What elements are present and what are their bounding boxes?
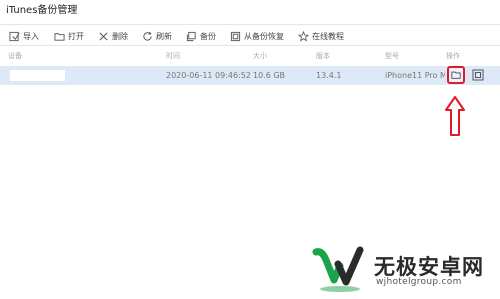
restore-from-backup-button[interactable]: 从备份恢复 — [230, 28, 284, 44]
version-cell: 13.4.1 — [316, 71, 342, 80]
column-device[interactable]: 设备 — [8, 49, 22, 64]
column-actions: 操作 — [446, 52, 460, 60]
refresh-label: 刷新 — [156, 31, 172, 41]
column-model[interactable]: 型号 — [385, 49, 399, 64]
up-arrow-annotation-icon — [445, 96, 465, 136]
time-cell: 2020-06-11 09:46:52 — [166, 71, 251, 80]
watermark-url: wjhotelgroup.com — [376, 277, 462, 287]
column-version[interactable]: 版本 — [316, 49, 330, 64]
window-title: iTunes备份管理 — [6, 5, 78, 16]
model-cell: iPhone11 Pro Max — [385, 71, 445, 80]
column-size[interactable]: 大小 — [253, 49, 267, 64]
backup-label: 备份 — [200, 31, 216, 41]
close-icon — [99, 31, 108, 41]
online-tutorial-label: 在线教程 — [312, 31, 344, 41]
watermark-logo-icon — [312, 246, 364, 292]
folder-icon — [54, 32, 65, 41]
import-button[interactable]: 导入 — [9, 28, 39, 44]
refresh-icon — [143, 31, 152, 41]
open-label: 打开 — [68, 31, 84, 41]
import-icon — [9, 31, 20, 41]
online-tutorial-button[interactable]: 在线教程 — [298, 28, 344, 44]
restore-action-button[interactable] — [472, 69, 484, 81]
table-row[interactable]: 2020-06-11 09:46:52 10.6 GB 13.4.1 iPhon… — [0, 66, 500, 85]
refresh-button[interactable]: 刷新 — [142, 28, 172, 44]
delete-button[interactable]: 删除 — [98, 28, 128, 44]
restore-from-backup-label: 从备份恢复 — [244, 31, 284, 41]
backup-button[interactable]: 备份 — [186, 28, 216, 44]
device-name-cell — [10, 70, 65, 81]
restore-icon — [472, 69, 484, 81]
folder-icon — [451, 71, 461, 79]
restore-icon — [230, 31, 241, 41]
open-folder-action-button[interactable] — [447, 66, 465, 84]
toolbar: 导入 打开 删除 刷新 备份 从备份恢复 在线教程 — [0, 24, 500, 46]
star-icon — [298, 30, 309, 42]
open-button[interactable]: 打开 — [54, 28, 84, 44]
delete-label: 删除 — [112, 31, 128, 41]
size-cell: 10.6 GB — [253, 71, 286, 80]
table-header: 设备 时间 大小 版本 型号 操作 — [0, 49, 500, 64]
column-time[interactable]: 时间 — [166, 49, 180, 64]
import-label: 导入 — [23, 31, 39, 41]
backup-icon — [186, 31, 196, 41]
